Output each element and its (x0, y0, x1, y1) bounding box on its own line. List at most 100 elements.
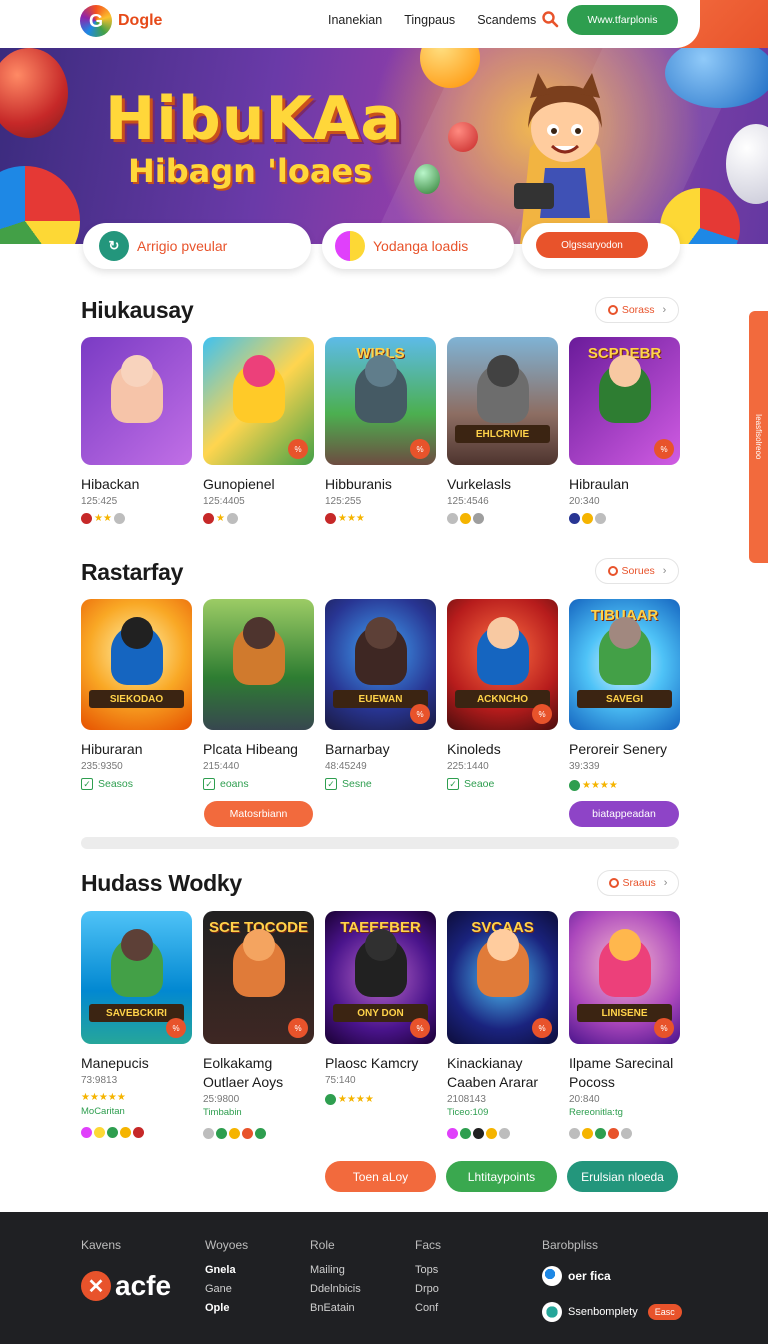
game-title[interactable]: Hibburanis (325, 475, 436, 494)
check-icon: ✓ (81, 778, 93, 790)
game-thumbnail[interactable]: TIBUAAR SAVEGI (569, 599, 680, 730)
game-title[interactable]: Barnarbay (325, 740, 436, 759)
platform-row (447, 1126, 558, 1140)
game-thumbnail[interactable]: SAVEBCKIRI % (81, 911, 192, 1044)
game-title[interactable]: Hibackan (81, 475, 192, 494)
game-title[interactable]: Peroreir Senery (569, 740, 680, 759)
footer-link[interactable]: Conf (415, 1299, 441, 1318)
game-stat: 125:4546 (447, 496, 489, 507)
side-tab-label: Ieasfisolreoo (754, 414, 763, 460)
hero-subtitle: Hibagn 'loaes (128, 152, 373, 190)
search-icon[interactable] (541, 10, 559, 28)
section-action-button-right[interactable]: biatappeadan (569, 801, 679, 827)
game-thumbnail[interactable]: EHLCRIVIE (447, 337, 558, 465)
footer-logo-text: acfe (115, 1270, 172, 1301)
pill-label: Arrigio pveular (137, 238, 228, 254)
footer-link[interactable]: Drpo (415, 1280, 441, 1299)
footer-link[interactable]: BnEatain (310, 1299, 361, 1318)
game-title[interactable]: Hiburaran (81, 740, 192, 759)
side-feedback-tab[interactable]: Ieasfisolreoo (749, 311, 768, 563)
game-card[interactable]: Plcata Hibeang 215:440 ✓ eoans (203, 599, 314, 790)
game-title[interactable]: Plcata Hibeang (203, 740, 314, 759)
game-thumbnail[interactable]: SCE TOCODE % (203, 911, 314, 1044)
game-title[interactable]: Kinoleds (447, 740, 558, 759)
game-card[interactable]: SCE TOCODE % Eolkakamg Outlaer Aoys 25:9… (203, 911, 314, 1140)
bottom-button-teal[interactable]: Erulsian nloeda (567, 1161, 678, 1192)
game-thumbnail[interactable]: SIEKODAO (81, 599, 192, 730)
game-card[interactable]: SIEKODAO Hiburaran 235:9350 ✓ Seasos (81, 599, 192, 790)
game-card[interactable]: SVCAAS % Kinackianay Caaben Ararar 21081… (447, 911, 558, 1140)
brand-chip[interactable]: Easc (647, 1304, 682, 1320)
nav-item-1[interactable]: Inanekian (328, 13, 382, 27)
section-more-button[interactable]: Sorass › (595, 297, 679, 323)
game-card[interactable]: Hibackan 125:425 ★★ (81, 337, 192, 525)
check-label: eoans (220, 778, 249, 790)
game-card[interactable]: TAEEEBER ONY DON % Plaosc Kamcry 75:140 … (325, 911, 436, 1106)
game-card[interactable]: SCPDEBR % Hibraulan 20:340 (569, 337, 680, 525)
header-cta-button[interactable]: Www.tfarplonis (567, 5, 678, 35)
footer-col-3: Role Mailing Ddelnbicis BnEatain (310, 1236, 361, 1318)
game-title[interactable]: Hibraulan (569, 475, 680, 494)
game-title[interactable]: Manepucis (81, 1054, 192, 1073)
section-more-button[interactable]: Sorues › (595, 558, 679, 584)
game-thumbnail[interactable]: SCPDEBR % (569, 337, 680, 465)
game-card[interactable]: WIRLS % Hibburanis 125:255 ★★★ (325, 337, 436, 525)
game-title[interactable]: Vurkelasls (447, 475, 558, 494)
rating-row (569, 511, 680, 525)
game-thumbnail[interactable]: LINISENE % (569, 911, 680, 1044)
footer-col-brand: Kavens (81, 1236, 121, 1261)
game-thumbnail[interactable]: EUEWAN % (325, 599, 436, 730)
bottom-button-green[interactable]: Lhtitaypoints (446, 1161, 557, 1192)
footer-logo[interactable]: ✕ acfe (81, 1270, 171, 1302)
chevron-right-icon: › (663, 877, 668, 889)
game-card[interactable]: EUEWAN % Barnarbay 48:45249 ✓ Sesne (325, 599, 436, 790)
footer-link[interactable]: Ddelnbicis (310, 1280, 361, 1299)
footer-brand-1[interactable]: oer fica (542, 1266, 611, 1286)
game-badge-icon: % (532, 704, 552, 724)
pill-circle-icon: ↻ (99, 231, 129, 261)
game-title[interactable]: Gunopienel (203, 475, 314, 494)
game-thumbnail[interactable] (81, 337, 192, 465)
hero-pill-1[interactable]: ↻ Arrigio pveular (83, 223, 311, 269)
game-card[interactable]: LINISENE % Ilpame Sarecinal Pocoss 20:84… (569, 911, 680, 1140)
game-title[interactable]: Plaosc Kamcry (325, 1054, 436, 1073)
game-title[interactable]: Kinackianay Caaben Ararar (447, 1054, 558, 1092)
game-card[interactable]: EHLCRIVIE Vurkelasls 125:4546 (447, 337, 558, 525)
section-title: Hudass Wodky (81, 870, 242, 896)
hero-pill-2[interactable]: Yodanga loadis (322, 223, 514, 269)
pill-action-button[interactable]: Olgssaryodon (536, 232, 648, 258)
game-thumbnail[interactable]: SVCAAS % (447, 911, 558, 1044)
game-title[interactable]: Eolkakamg Outlaer Aoys (203, 1054, 314, 1092)
footer-link[interactable]: Gane (205, 1280, 248, 1299)
bottom-button-orange[interactable]: Toen aLoy (325, 1161, 436, 1192)
game-card[interactable]: ACKNCHO % Kinoleds 225:1440 ✓ Seaoe (447, 599, 558, 790)
footer-link[interactable]: Tops (415, 1261, 441, 1280)
game-badge-icon: % (166, 1018, 186, 1038)
game-card[interactable]: SAVEBCKIRI % Manepucis 73:9813 ★★★★★ MoC… (81, 911, 192, 1139)
game-tag: Rereonitla:tg (569, 1107, 623, 1118)
game-stat: 125:425 (81, 496, 118, 507)
section-action-button-left[interactable]: Matosrbiann (204, 801, 313, 827)
section-more-button[interactable]: Sraaus › (597, 870, 679, 896)
game-thumbnail[interactable]: WIRLS % (325, 337, 436, 465)
nav-item-2[interactable]: Tingpaus (404, 13, 455, 27)
check-icon: ✓ (325, 778, 337, 790)
game-card[interactable]: TIBUAAR SAVEGI Peroreir Senery 39:339 ★★… (569, 599, 680, 792)
game-thumbnail[interactable]: ACKNCHO % (447, 599, 558, 730)
pill-ball-icon (335, 231, 365, 261)
game-thumbnail[interactable]: % (203, 337, 314, 465)
game-card[interactable]: % Gunopienel 125:4405 ★ (203, 337, 314, 525)
ring-icon (607, 305, 618, 315)
nav-item-3[interactable]: Scandems (477, 13, 536, 27)
footer-link[interactable]: Gnela (205, 1261, 248, 1280)
game-thumbnail[interactable] (203, 599, 314, 730)
game-thumbnail[interactable]: TAEEEBER ONY DON % (325, 911, 436, 1044)
more-label: Sorass (621, 304, 655, 316)
footer-link[interactable]: Ople (205, 1299, 248, 1318)
footer-link[interactable]: Mailing (310, 1261, 361, 1280)
hero-pill-3[interactable]: Olgssaryodon (522, 223, 680, 269)
chevron-right-icon: › (662, 565, 667, 577)
game-title[interactable]: Ilpame Sarecinal Pocoss (569, 1054, 680, 1092)
site-logo[interactable]: G Dogle (80, 5, 162, 37)
footer-brand-2[interactable]: Ssenbomplety Easc (542, 1302, 682, 1322)
